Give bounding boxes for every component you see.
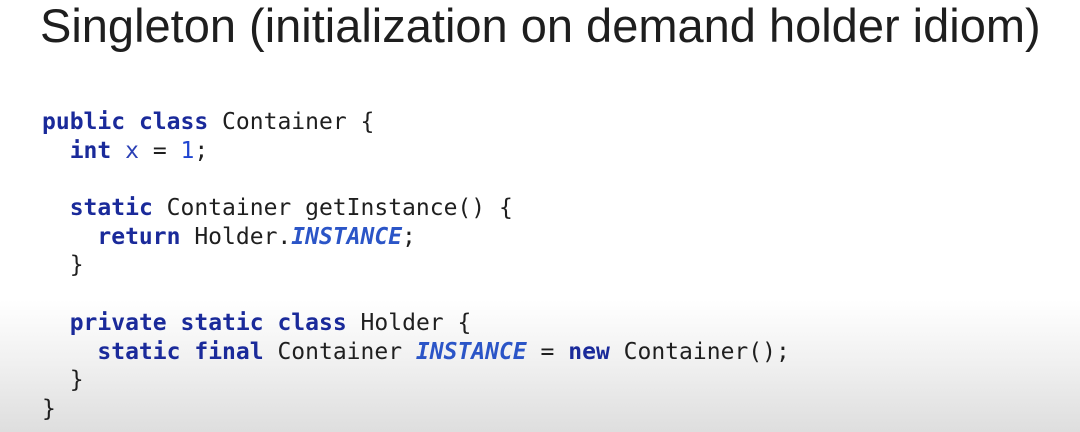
code-token-constant-name: INSTANCE xyxy=(415,338,527,365)
code-line: static final Container INSTANCE = new Co… xyxy=(42,338,790,367)
code-token-identifier: Holder. xyxy=(180,223,292,250)
code-token-identifier: Container(); xyxy=(609,338,790,365)
code-token-identifier: ; xyxy=(402,223,416,250)
slide: Singleton (initialization on demand hold… xyxy=(0,0,1080,432)
code-token-identifier xyxy=(111,138,125,164)
slide-title: Singleton (initialization on demand hold… xyxy=(40,0,1041,52)
code-token-keyword: static xyxy=(180,309,264,336)
code-token-field-name: x xyxy=(125,137,139,164)
code-token-identifier: } xyxy=(42,252,84,279)
code-token-constant-name: INSTANCE xyxy=(291,223,403,250)
code-line: private static class Holder { xyxy=(42,309,790,338)
code-token-identifier xyxy=(42,195,70,221)
code-token-identifier xyxy=(42,339,97,365)
code-token-identifier: } xyxy=(42,395,56,422)
code-token-identifier xyxy=(42,224,97,250)
code-token-number-literal: 1 xyxy=(180,137,195,164)
code-token-keyword: return xyxy=(97,223,181,250)
code-line: static Container getInstance() { xyxy=(42,194,790,223)
code-token-identifier xyxy=(42,138,70,164)
code-token-identifier xyxy=(167,310,181,336)
code-token-keyword: new xyxy=(568,338,610,365)
code-line: } xyxy=(42,395,790,424)
code-token-keyword: public xyxy=(42,109,126,135)
code-token-keyword: class xyxy=(277,309,347,336)
code-block: public class Container { int x = 1; stat… xyxy=(42,108,790,424)
code-token-keyword: private xyxy=(69,309,167,336)
code-line: return Holder.INSTANCE; xyxy=(42,223,790,252)
code-token-identifier xyxy=(42,310,70,336)
code-token-keyword: int xyxy=(69,137,112,164)
code-token-keyword: final xyxy=(194,338,264,365)
code-token-keyword: static xyxy=(97,338,181,365)
code-token-identifier: Container { xyxy=(208,109,375,135)
code-token-identifier xyxy=(180,339,194,365)
code-line: } xyxy=(42,366,790,395)
code-line: } xyxy=(42,251,790,280)
code-token-identifier: Container getInstance() { xyxy=(152,195,513,222)
code-token-keyword: class xyxy=(138,109,209,135)
code-line: int x = 1; xyxy=(42,137,790,166)
code-token-identifier: } xyxy=(42,367,84,394)
code-token-identifier: Holder { xyxy=(346,309,472,336)
code-token-keyword: static xyxy=(69,195,153,222)
code-token-identifier: Container xyxy=(263,338,416,365)
code-token-identifier xyxy=(264,310,278,336)
code-token-identifier: = xyxy=(526,338,569,365)
code-line: public class Container { xyxy=(42,108,790,137)
code-token-identifier: ; xyxy=(194,137,209,164)
code-token-identifier xyxy=(125,109,139,135)
code-token-identifier: = xyxy=(138,137,181,164)
